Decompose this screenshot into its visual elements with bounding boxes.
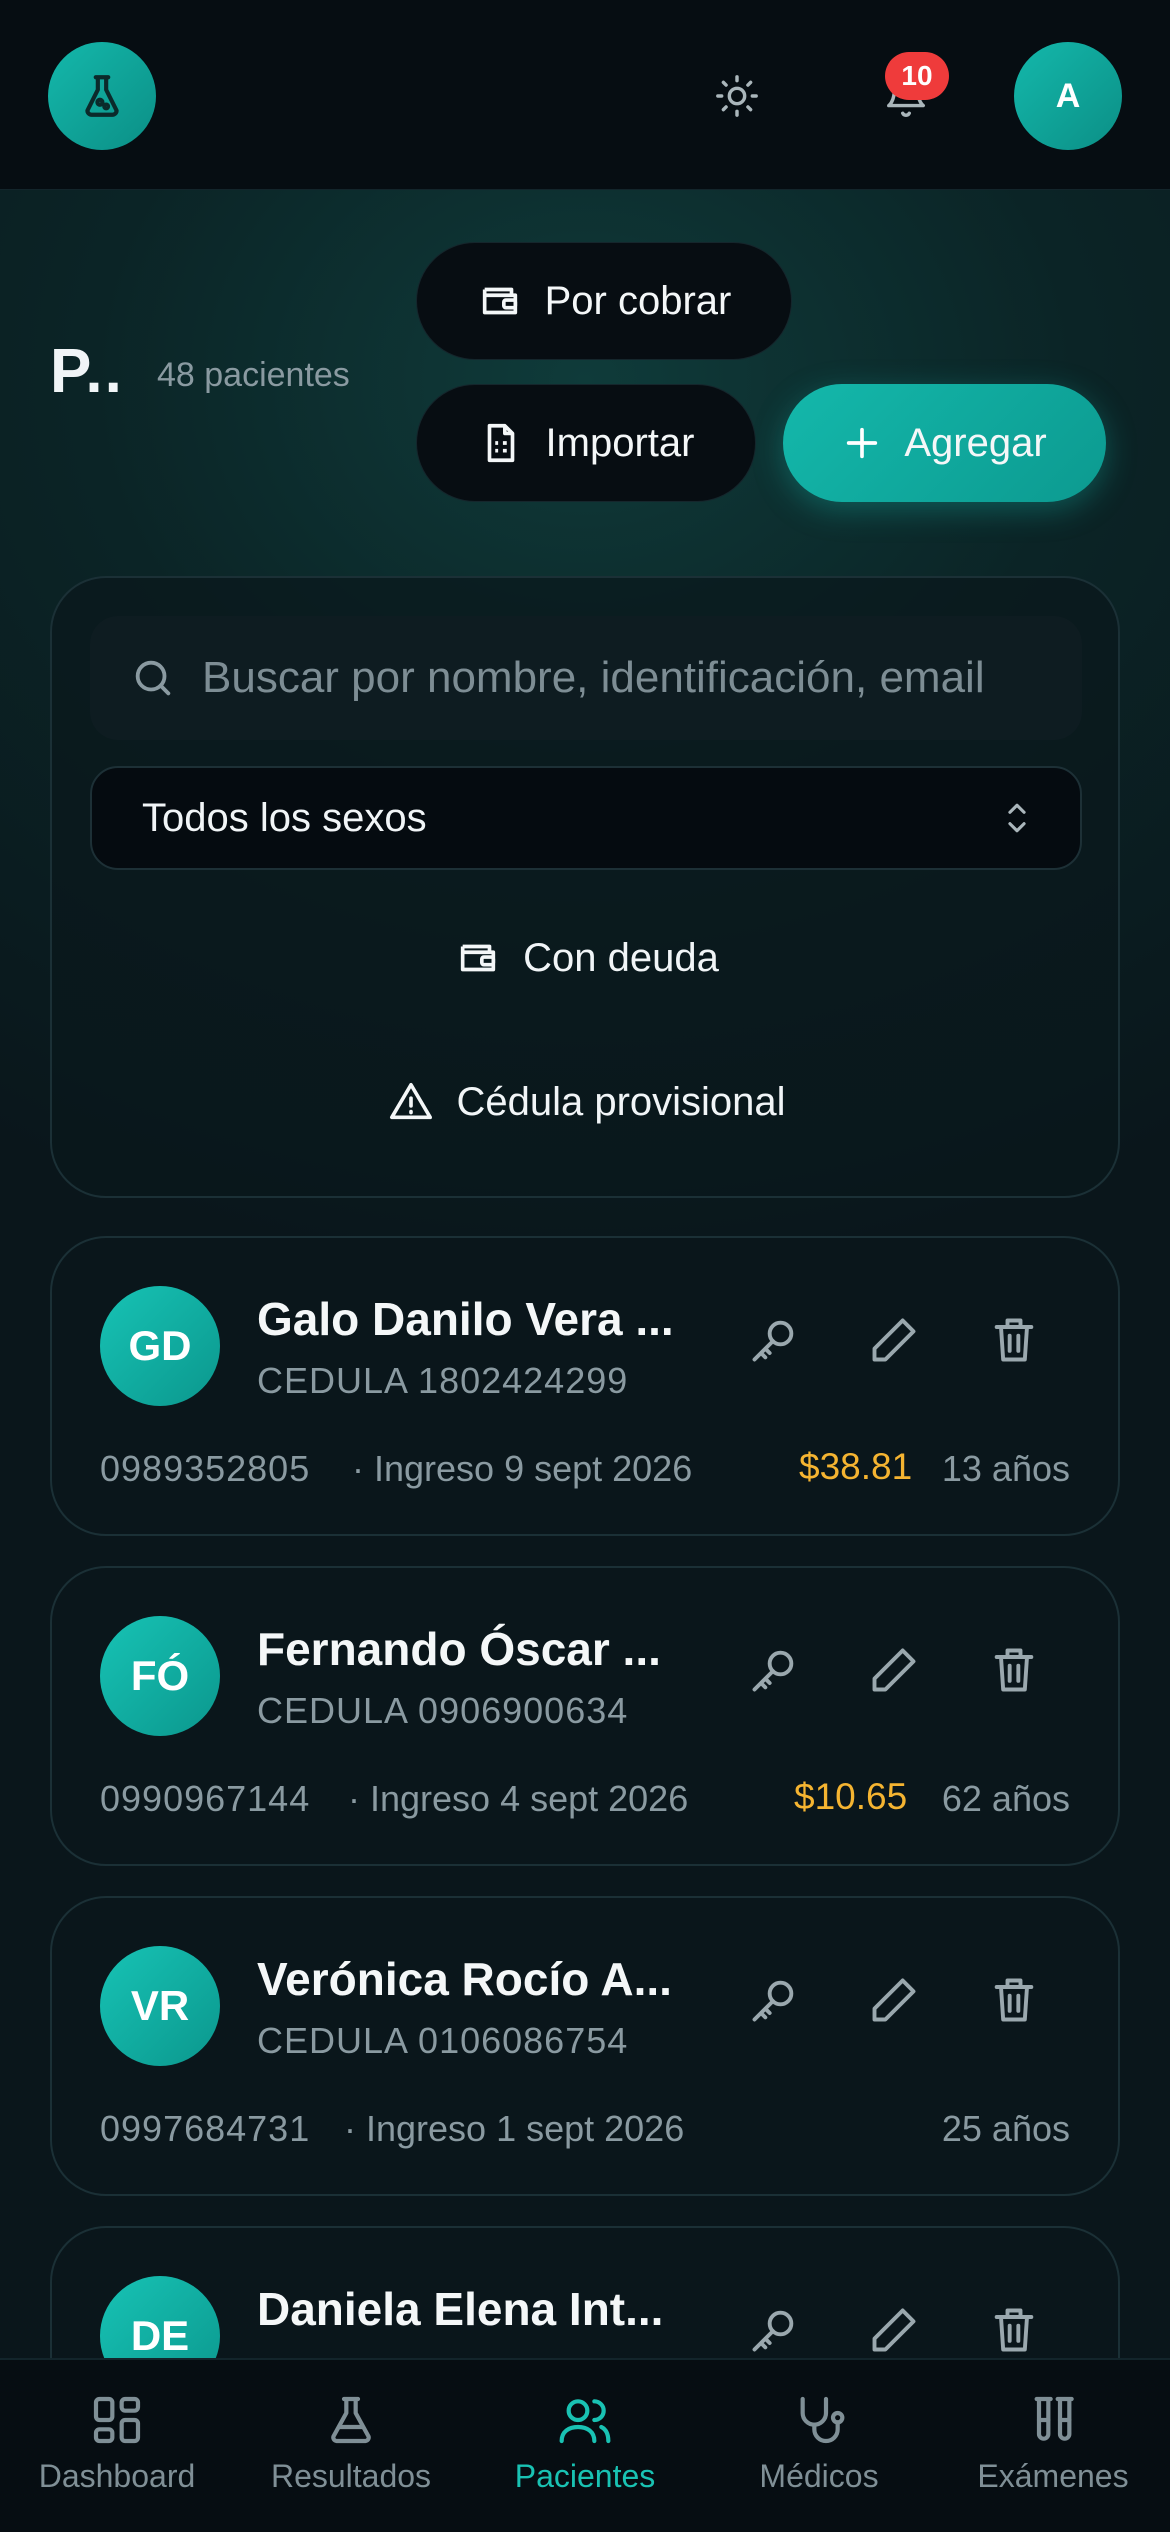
key-button[interactable] — [742, 2298, 806, 2362]
importar-button[interactable]: Importar — [416, 384, 756, 502]
nav-examenes-label: Exámenes — [977, 2458, 1129, 2494]
delete-button[interactable] — [982, 1308, 1046, 1372]
cedula-provisional-toggle[interactable]: Cédula provisional — [52, 1062, 1122, 1142]
trash-icon — [994, 2308, 1034, 2352]
flask-icon — [85, 75, 119, 117]
patient-card[interactable]: GD Galo Danilo Vera ... CEDULA 180242429… — [50, 1236, 1120, 1536]
pencil-icon — [872, 2308, 916, 2352]
patient-name: Galo Danilo Vera ... — [257, 1293, 674, 1345]
patient-count: 48 pacientes — [157, 356, 350, 394]
key-icon — [752, 1650, 794, 1692]
con-deuda-toggle[interactable]: Con deuda — [52, 918, 1122, 998]
patient-actions — [742, 1968, 1046, 2032]
nav-medicos[interactable]: Médicos — [702, 2360, 936, 2532]
patient-age: 62 años — [941, 1778, 1070, 1819]
patient-debt: $10.65 — [794, 1776, 908, 1817]
nav-dashboard-label: Dashboard — [38, 2458, 196, 2494]
sun-icon — [716, 75, 758, 117]
patient-avatar: VR — [100, 1946, 220, 2066]
patient-card[interactable]: FÓ Fernando Óscar ... CEDULA 0906900634 … — [50, 1566, 1120, 1866]
trash-icon — [994, 1978, 1034, 2022]
test-tubes-icon — [1034, 2396, 1074, 2441]
delete-button[interactable] — [982, 1968, 1046, 2032]
patient-actions — [742, 2298, 1046, 2362]
nav-resultados-label: Resultados — [270, 2458, 432, 2494]
agregar-label: Agregar — [904, 420, 1047, 465]
patient-phone: 0990967144 — [100, 1778, 311, 1819]
patient-id: CEDULA 0906900634 — [257, 1690, 629, 1731]
edit-button[interactable] — [862, 1308, 926, 1372]
patient-name: Daniela Elena Int... — [257, 2283, 664, 2335]
trash-icon — [994, 1648, 1034, 1692]
wallet-icon — [482, 287, 517, 315]
key-icon — [752, 2310, 794, 2352]
app-logo-button[interactable] — [48, 42, 156, 150]
plus-icon — [847, 427, 878, 459]
key-icon — [752, 1980, 794, 2022]
bottom-nav: Dashboard Resultados Pacientes Médicos E… — [0, 2358, 1170, 2532]
patient-age: 13 años — [941, 1448, 1070, 1489]
edit-button[interactable] — [862, 1968, 926, 2032]
nav-pacientes-label: Pacientes — [514, 2458, 656, 2494]
delete-button[interactable] — [982, 2298, 1046, 2362]
top-bar: 10 A — [0, 0, 1170, 190]
file-spreadsheet-icon — [487, 423, 514, 463]
stethoscope-icon — [800, 2396, 845, 2444]
nav-medicos-label: Médicos — [759, 2458, 879, 2494]
key-button[interactable] — [742, 1968, 806, 2032]
agregar-button[interactable]: Agregar — [783, 384, 1106, 502]
patient-card[interactable]: VR Verónica Rocío A... CEDULA 0106086754… — [50, 1896, 1120, 2196]
con-deuda-label: Con deuda — [523, 935, 719, 980]
pencil-icon — [872, 1648, 916, 1692]
patient-ingreso: · Ingreso 9 sept 2026 — [352, 1448, 693, 1489]
filter-card: Buscar por nombre, identificación, email… — [50, 576, 1120, 1198]
patient-debt: $38.81 — [799, 1446, 913, 1487]
wallet-icon — [460, 944, 496, 972]
patient-avatar: GD — [100, 1286, 220, 1406]
chevron-up-down-icon — [1008, 803, 1026, 833]
page-title: P.. — [50, 337, 124, 406]
trash-icon — [994, 1318, 1034, 1362]
search-placeholder: Buscar por nombre, identificación, email — [202, 653, 985, 702]
delete-button[interactable] — [982, 1638, 1046, 1702]
patient-phone: 0997684731 — [100, 2108, 311, 2149]
patient-actions — [742, 1308, 1046, 1372]
por-cobrar-label: Por cobrar — [544, 278, 732, 323]
nav-resultados[interactable]: Resultados — [234, 2360, 468, 2532]
theme-toggle-button[interactable] — [697, 56, 777, 136]
sex-select[interactable]: Todos los sexos — [90, 766, 1082, 870]
search-icon — [135, 660, 171, 696]
patient-id: CEDULA 0106086754 — [257, 2020, 629, 2061]
patient-age: 25 años — [941, 2108, 1070, 2149]
edit-button[interactable] — [862, 1638, 926, 1702]
user-avatar-button[interactable]: A — [1014, 42, 1122, 150]
patient-ingreso: · Ingreso 1 sept 2026 — [344, 2108, 685, 2149]
users-icon — [559, 2399, 611, 2444]
patient-id: CEDULA 1802424299 — [257, 1360, 629, 1401]
pencil-icon — [872, 1318, 916, 1362]
patient-avatar: FÓ — [100, 1616, 220, 1736]
flask-icon — [331, 2396, 371, 2444]
dashboard-icon — [93, 2396, 141, 2444]
key-button[interactable] — [742, 1638, 806, 1702]
nav-pacientes[interactable]: Pacientes — [468, 2360, 702, 2532]
sex-select-value: Todos los sexos — [142, 795, 427, 840]
patient-actions — [742, 1638, 1046, 1702]
patient-name: Verónica Rocío A... — [257, 1953, 672, 2005]
key-button[interactable] — [742, 1308, 806, 1372]
nav-dashboard[interactable]: Dashboard — [0, 2360, 234, 2532]
patient-phone: 0989352805 — [100, 1448, 311, 1489]
nav-examenes[interactable]: Exámenes — [936, 2360, 1170, 2532]
pencil-icon — [872, 1978, 916, 2022]
por-cobrar-button[interactable]: Por cobrar — [416, 242, 792, 360]
warning-icon — [390, 1082, 433, 1120]
cedula-provisional-label: Cédula provisional — [456, 1079, 786, 1124]
importar-label: Importar — [545, 420, 695, 465]
search-field[interactable]: Buscar por nombre, identificación, email — [90, 616, 1082, 740]
key-icon — [752, 1320, 794, 1362]
edit-button[interactable] — [862, 2298, 926, 2362]
patient-name: Fernando Óscar ... — [257, 1623, 661, 1675]
notification-badge: 10 — [885, 52, 949, 100]
patient-ingreso: · Ingreso 4 sept 2026 — [348, 1778, 689, 1819]
